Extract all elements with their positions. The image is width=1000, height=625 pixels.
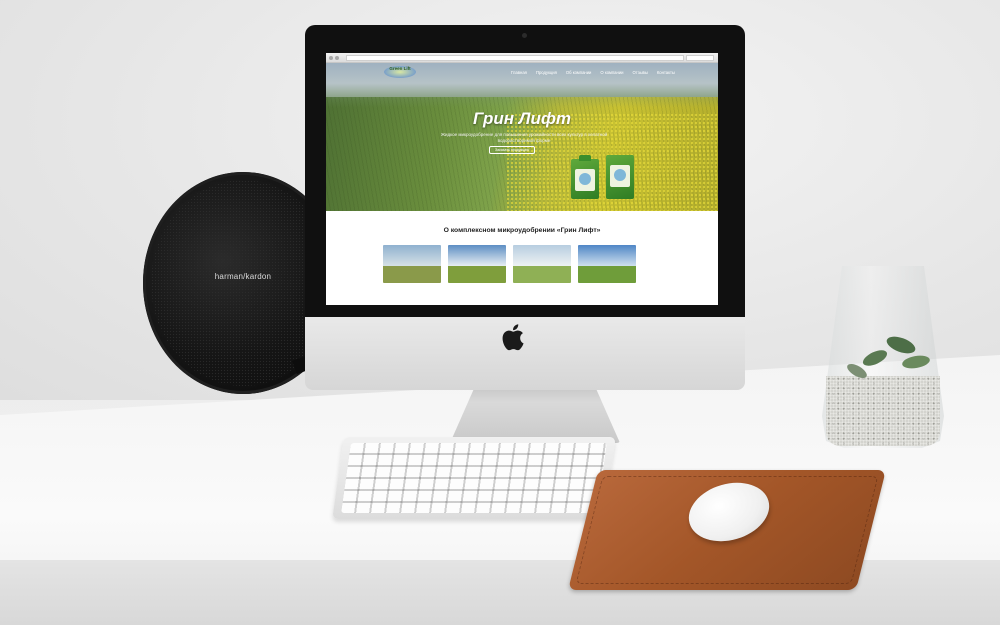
- forward-button[interactable]: [335, 56, 339, 60]
- hero-subtitle: Жидкое микроудобрение для повышения урож…: [440, 132, 608, 143]
- gallery-image[interactable]: [578, 245, 636, 283]
- about-section: О комплексном микроудобрении «Грин Лифт»: [326, 211, 718, 305]
- camera-icon: [522, 33, 527, 38]
- apple-logo-icon: [502, 324, 524, 351]
- keyboard-keys: [341, 443, 607, 513]
- nav-item-products[interactable]: Продукция: [536, 70, 557, 75]
- search-field[interactable]: [686, 55, 714, 61]
- product-bag: [606, 155, 634, 199]
- gallery-image[interactable]: [513, 245, 571, 283]
- nav-item-about[interactable]: О компании: [600, 70, 623, 75]
- keyboard: [332, 437, 616, 519]
- glass-terrarium: [822, 266, 944, 448]
- address-bar[interactable]: [346, 55, 684, 61]
- terrarium-sand: [826, 376, 940, 446]
- imac-monitor: Green Lift Главная Продукция Об компании…: [305, 25, 745, 390]
- product-canister: [571, 155, 599, 199]
- nav-item-reviews[interactable]: Отзывы: [633, 70, 648, 75]
- hero-title: Грин Лифт: [473, 109, 571, 128]
- nav-item-contacts[interactable]: Контакты: [657, 70, 675, 75]
- site-navbar: Green Lift Главная Продукция Об компании…: [326, 63, 718, 81]
- about-title: О комплексном микроудобрении «Грин Лифт»: [443, 227, 601, 234]
- site-logo[interactable]: Green Lift: [384, 66, 416, 78]
- order-button[interactable]: Заказать продукцию: [489, 146, 535, 154]
- nav-item-home[interactable]: Главная: [511, 70, 527, 75]
- gallery-image[interactable]: [448, 245, 506, 283]
- hero-section: Green Lift Главная Продукция Об компании…: [326, 63, 718, 211]
- monitor-chin: [305, 317, 745, 390]
- monitor-screen: Green Lift Главная Продукция Об компании…: [326, 53, 718, 305]
- nav-menu: Главная Продукция Об компании О компании…: [511, 70, 675, 75]
- gallery: [383, 245, 636, 283]
- gallery-image[interactable]: [383, 245, 441, 283]
- browser-toolbar: [326, 53, 718, 63]
- nav-item-application[interactable]: Об компании: [566, 70, 592, 75]
- back-button[interactable]: [329, 56, 333, 60]
